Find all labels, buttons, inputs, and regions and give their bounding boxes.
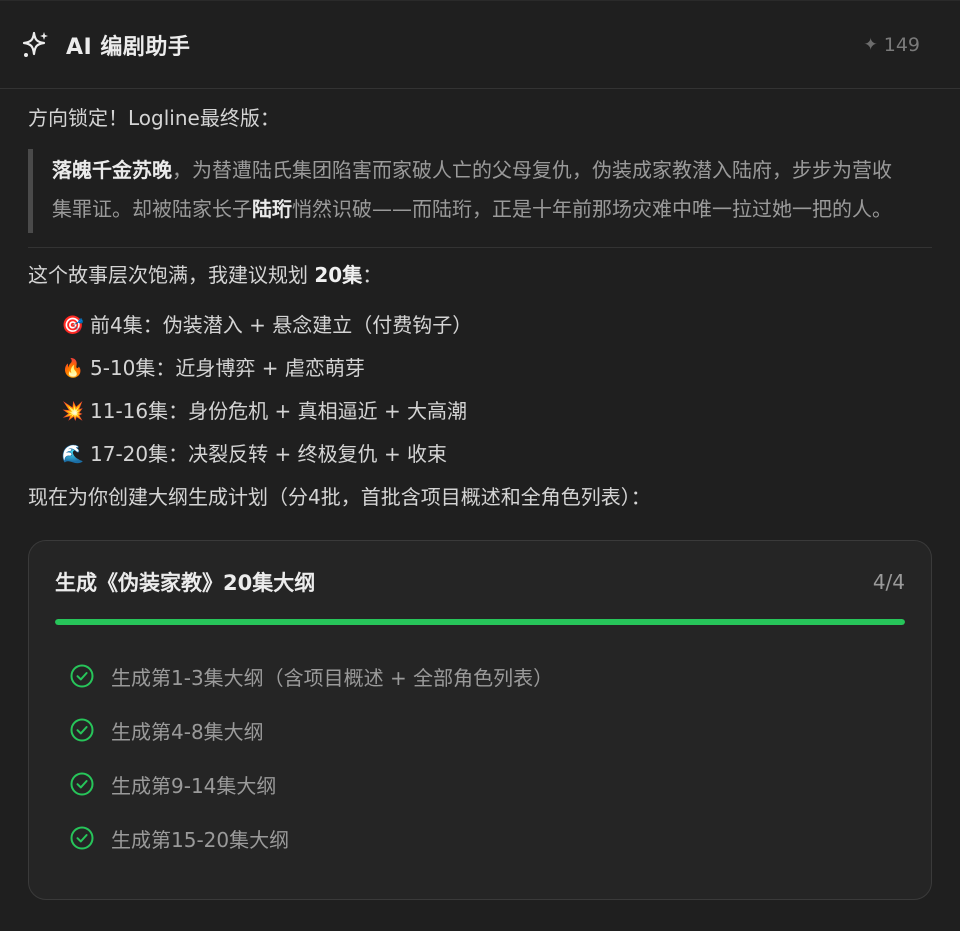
phase-text: 17-20集：决裂反转 + 终极复仇 + 收束 [90,442,448,466]
wave-icon: 🌊 [61,444,85,465]
task-item: 生成第9-14集大纲 [55,757,905,811]
credits-badge: ✦ 149 [863,34,920,56]
list-item: 🔥 5-10集：近身博弈 + 虐恋萌芽 [60,347,932,390]
check-circle-icon [70,772,94,796]
phase-list: 🎯 前4集：伪装潜入 + 悬念建立（付费钩子） 🔥 5-10集：近身博弈 + 虐… [60,304,932,476]
protagonist-name: 落魄千金苏晚 [52,158,172,182]
list-item: 🎯 前4集：伪装潜入 + 悬念建立（付费钩子） [60,304,932,347]
plan-text: 这个故事层次饱满，我建议规划 20集： [28,260,932,290]
task-label: 生成第4-8集大纲 [111,719,264,744]
task-item: 生成第1-3集大纲（含项目概述 + 全部角色列表） [55,649,905,703]
panel-title: AI 编剧助手 [66,34,191,60]
plan-episodes: 20集 [314,263,363,287]
progress-bar [55,619,905,625]
divider [28,247,932,248]
check-circle-icon [70,826,94,850]
plan-suffix: ： [362,263,383,287]
plan-card-header: 生成《伪装家教》20集大纲 4/4 [55,567,905,597]
task-label: 生成第15-20集大纲 [111,827,290,852]
phase-text: 11-16集：身份危机 + 真相逼近 + 大高潮 [90,399,468,423]
phase-text: 5-10集：近身博弈 + 虐恋萌芽 [90,356,365,380]
list-item: 💥 11-16集：身份危机 + 真相逼近 + 大高潮 [60,390,932,433]
task-item: 生成第15-20集大纲 [55,811,905,865]
intro-text: 方向锁定！Logline最终版： [28,106,280,130]
lu-heng-name: 陆珩 [252,197,292,221]
task-list: 生成第1-3集大纲（含项目概述 + 全部角色列表） 生成第4-8集大纲 生成第9… [55,649,905,865]
target-icon: 🎯 [61,315,85,336]
phase-text: 前4集：伪装潜入 + 悬念建立（付费钩子） [90,313,473,337]
check-circle-icon [70,718,94,742]
logline-quote: 落魄千金苏晚，为替遭陆氏集团陷害而家破人亡的父母复仇，伪装成家教潜入陆府，步步为… [28,149,932,233]
plan-card-title: 生成《伪装家教》20集大纲 [55,571,316,595]
plan-card: 生成《伪装家教》20集大纲 4/4 生成第1-3集大纲（含项目概述 + 全部角色… [28,540,932,900]
sparkle-icon: ✦ [863,34,878,55]
assistant-panel: AI 编剧助手 ✦ 149 方向锁定！Logline最终版： 落魄千金苏晚，为替… [0,0,960,931]
task-label: 生成第9-14集大纲 [111,773,277,798]
plan-prefix: 这个故事层次饱满，我建议规划 [28,263,315,287]
task-label: 生成第1-3集大纲（含项目概述 + 全部角色列表） [111,665,554,690]
task-item: 生成第4-8集大纲 [55,703,905,757]
check-circle-icon [70,664,94,688]
logline-part2: 悄然识破——而陆珩，正是十年前那场灾难中唯一拉过她一把的人。 [292,197,892,221]
closing-text: 现在为你创建大纲生成计划（分4批，首批含项目概述和全角色列表）： [28,485,651,509]
plan-progress-count: 4/4 [872,570,905,594]
message-content: 方向锁定！Logline最终版： 落魄千金苏晚，为替遭陆氏集团陷害而家破人亡的父… [0,89,960,900]
list-item: 🌊 17-20集：决裂反转 + 终极复仇 + 收束 [60,433,932,476]
credits-count: 149 [883,33,920,56]
explosion-icon: 💥 [61,401,85,422]
fire-icon: 🔥 [61,358,85,379]
progress-fill [55,619,905,625]
panel-header: AI 编剧助手 ✦ 149 [0,1,960,89]
ai-sparkle-icon [20,30,50,60]
